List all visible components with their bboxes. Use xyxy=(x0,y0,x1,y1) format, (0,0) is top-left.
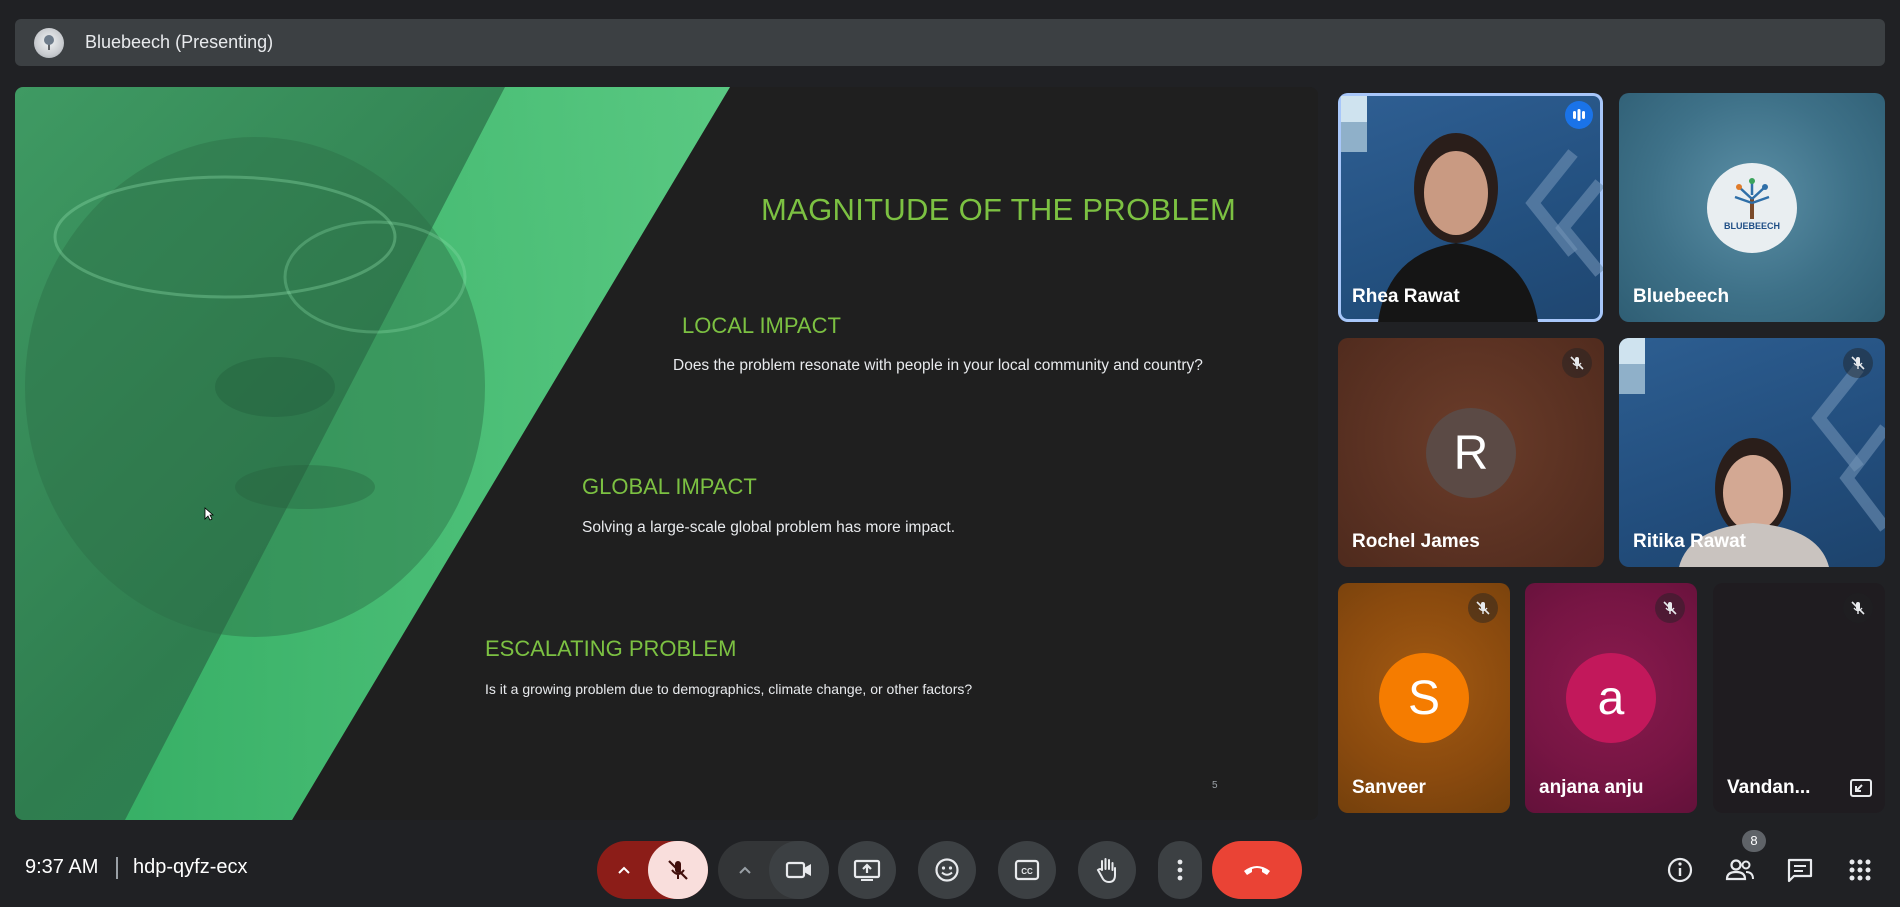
speaking-indicator-icon xyxy=(1565,101,1593,129)
mic-muted-icon xyxy=(1562,348,1592,378)
meeting-code[interactable]: hdp-qyfz-ecx xyxy=(133,856,248,879)
info-icon xyxy=(1667,857,1693,883)
section-body-escalating: Is it a growing problem due to demograph… xyxy=(485,681,973,697)
camera-icon xyxy=(785,861,811,879)
mic-toggle-button[interactable] xyxy=(648,841,708,899)
present-screen-icon xyxy=(853,859,881,881)
participant-name: anjana anju xyxy=(1539,777,1644,798)
section-heading-global: GLOBAL IMPACT xyxy=(582,474,757,499)
mic-options-button[interactable] xyxy=(597,841,651,899)
participant-tile-bluebeech[interactable]: BLUEBEECH Bluebeech xyxy=(1619,93,1885,322)
participant-name: Rhea Rawat xyxy=(1352,286,1460,307)
presentation-slide: MAGNITUDE OF THE PROBLEM LOCAL IMPACT Do… xyxy=(15,87,1318,820)
people-icon xyxy=(1725,859,1754,881)
presenting-banner: Bluebeech (Presenting) xyxy=(15,19,1885,66)
leave-call-button[interactable] xyxy=(1212,841,1302,899)
chevron-up-icon xyxy=(618,866,630,874)
chat-icon xyxy=(1787,858,1813,883)
camera-options-button[interactable] xyxy=(718,841,772,899)
more-vert-icon xyxy=(1177,859,1183,881)
send-reaction-button[interactable] xyxy=(918,841,976,899)
participant-name: Vandan... xyxy=(1727,777,1811,798)
apps-grid-icon xyxy=(1849,859,1871,881)
participant-name: Ritika Rawat xyxy=(1633,531,1746,552)
picture-in-picture-icon[interactable] xyxy=(1849,777,1873,799)
emoji-icon xyxy=(935,858,959,882)
slide-title: MAGNITUDE OF THE PROBLEM xyxy=(761,192,1237,227)
mic-off-icon xyxy=(668,860,688,880)
end-call-icon xyxy=(1244,866,1270,875)
activities-button[interactable] xyxy=(1843,853,1877,887)
more-options-button[interactable] xyxy=(1158,841,1202,899)
slide-page-number: 5 xyxy=(1212,780,1218,791)
participant-name: Rochel James xyxy=(1352,531,1480,552)
participant-tile-sanveer[interactable]: S Sanveer xyxy=(1338,583,1510,813)
footer-divider xyxy=(116,857,118,879)
chevron-up-icon xyxy=(739,866,751,874)
participant-avatar: a xyxy=(1566,653,1656,743)
bluebeech-logo-icon: BLUEBEECH xyxy=(1707,163,1797,253)
section-heading-escalating: ESCALATING PROBLEM xyxy=(485,636,737,661)
presenter-logo-icon xyxy=(34,28,64,58)
raise-hand-icon xyxy=(1096,858,1116,884)
meeting-clock: 9:37 AM xyxy=(25,856,99,878)
camera-control-group xyxy=(718,841,829,899)
meeting-details-button[interactable] xyxy=(1663,853,1697,887)
participant-tile-vandan[interactable]: Vandan... xyxy=(1713,583,1885,813)
mouse-cursor-icon xyxy=(204,507,215,526)
participant-avatar: S xyxy=(1379,653,1469,743)
presenting-title: Bluebeech (Presenting) xyxy=(85,32,274,52)
participant-count-badge: 8 xyxy=(1742,830,1766,852)
participant-avatar: R xyxy=(1426,408,1516,498)
captions-button[interactable]: CC xyxy=(998,841,1056,899)
svg-text:CC: CC xyxy=(1021,867,1033,876)
section-body-local: Does the problem resonate with people in… xyxy=(673,357,1203,374)
raise-hand-button[interactable] xyxy=(1078,841,1136,899)
camera-toggle-button[interactable] xyxy=(769,841,829,899)
participant-tile-anjana-anju[interactable]: a anjana anju xyxy=(1525,583,1697,813)
participant-tile-rochel-james[interactable]: R Rochel James xyxy=(1338,338,1604,567)
chat-button[interactable] xyxy=(1783,853,1817,887)
participant-tile-rhea-rawat[interactable]: Rhea Rawat xyxy=(1338,93,1603,322)
mic-muted-icon xyxy=(1843,593,1873,623)
mic-control-group xyxy=(597,841,708,899)
logo-text: BLUEBEECH xyxy=(1724,221,1780,231)
closed-captions-icon: CC xyxy=(1014,859,1040,881)
participant-name: Bluebeech xyxy=(1633,286,1730,307)
mic-muted-icon xyxy=(1843,348,1873,378)
section-heading-local: LOCAL IMPACT xyxy=(682,313,841,338)
mic-muted-icon xyxy=(1655,593,1685,623)
people-button[interactable] xyxy=(1723,853,1757,887)
participant-tile-ritika-rawat[interactable]: Ritika Rawat xyxy=(1619,338,1885,567)
mic-muted-icon xyxy=(1468,593,1498,623)
present-screen-button[interactable] xyxy=(838,841,896,899)
participant-name: Sanveer xyxy=(1352,777,1426,798)
section-body-global: Solving a large-scale global problem has… xyxy=(582,519,956,536)
